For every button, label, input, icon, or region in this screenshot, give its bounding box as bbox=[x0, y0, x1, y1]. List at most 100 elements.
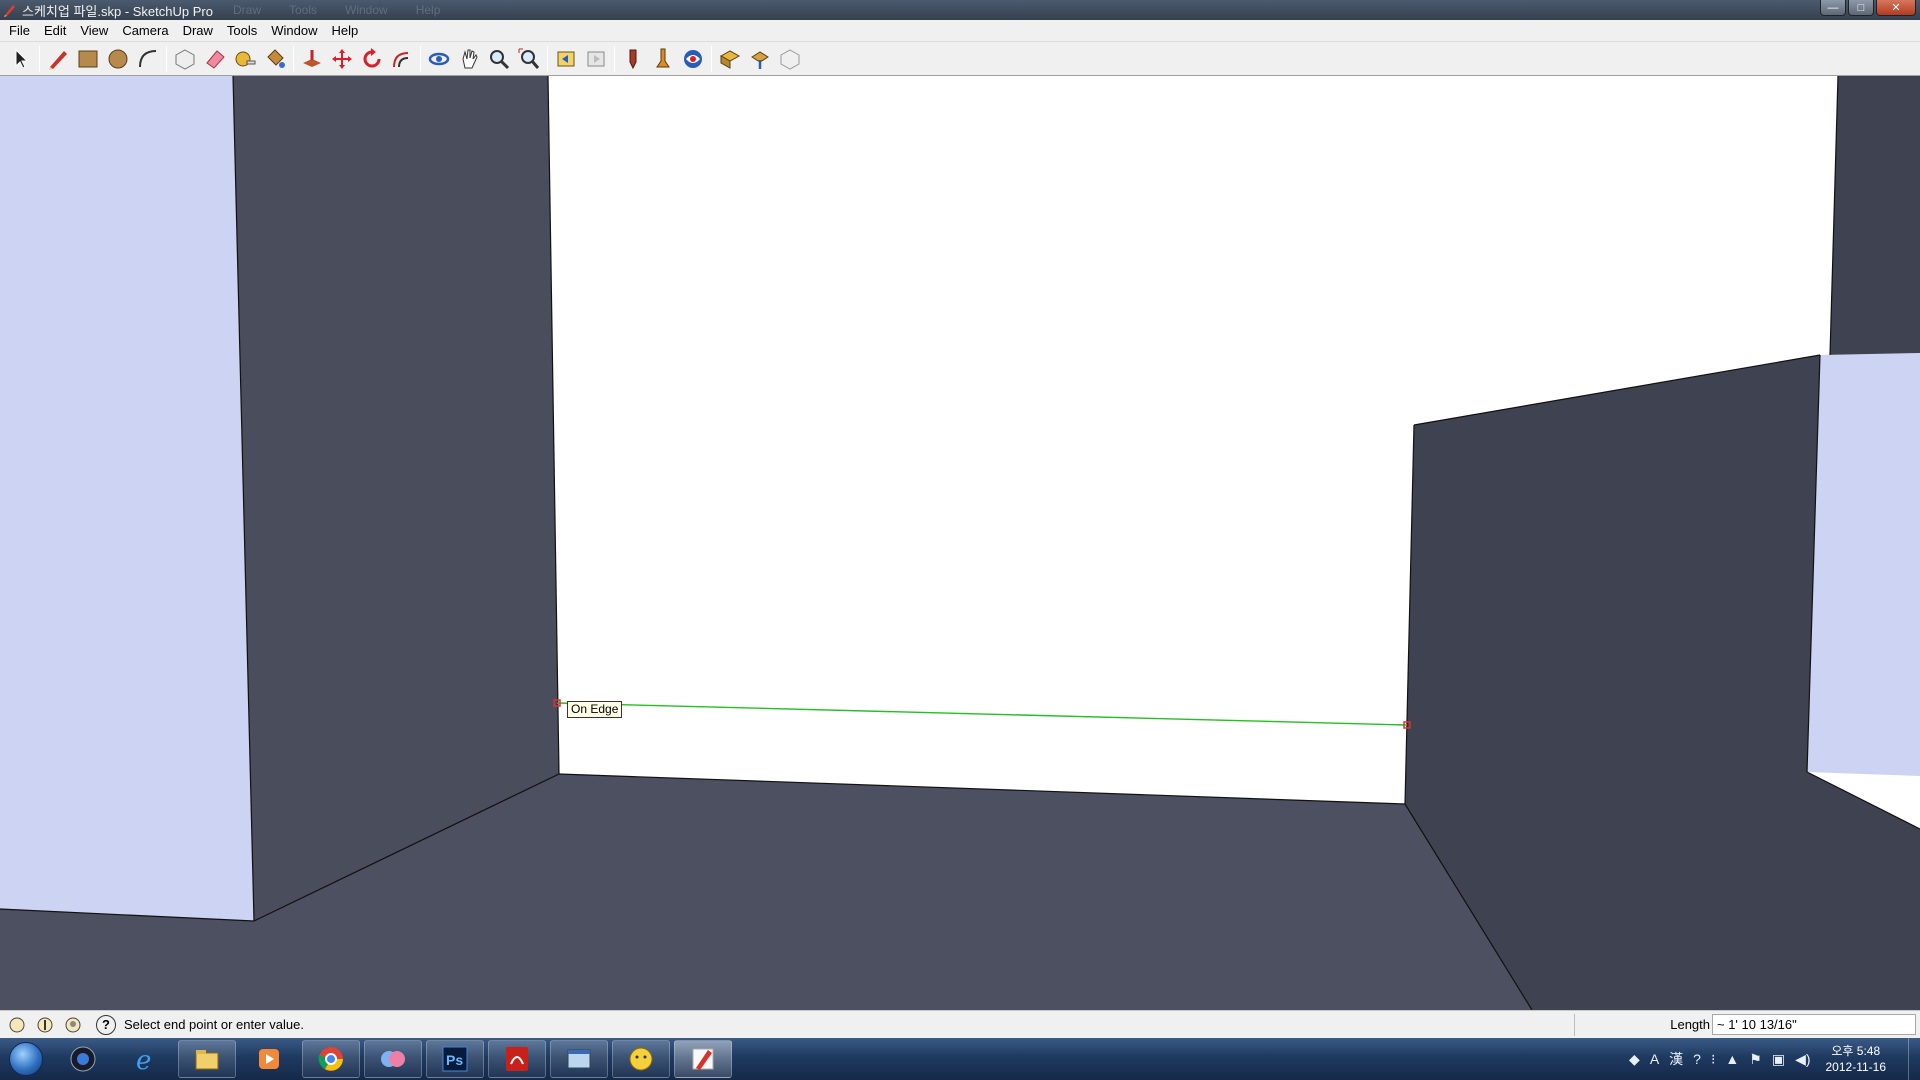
zoom-tool-button[interactable] bbox=[484, 44, 514, 74]
get-models-button[interactable] bbox=[715, 44, 745, 74]
pan-tool-button[interactable] bbox=[454, 44, 484, 74]
model-viewport[interactable]: On Edge bbox=[0, 76, 1920, 1010]
ime-mode-a[interactable]: A bbox=[1650, 1051, 1659, 1067]
get-models-icon bbox=[719, 49, 741, 69]
menu-edit[interactable]: Edit bbox=[37, 23, 73, 38]
taskbar-sketchup[interactable] bbox=[674, 1040, 732, 1078]
eraser-tool-button[interactable] bbox=[200, 44, 230, 74]
menu-camera[interactable]: Camera bbox=[115, 23, 175, 38]
volume-icon[interactable]: ◀) bbox=[1795, 1051, 1810, 1068]
pan-icon bbox=[462, 49, 478, 68]
chat-app-icon bbox=[629, 1047, 653, 1071]
taskbar-acrobat[interactable] bbox=[488, 1040, 546, 1078]
taskbar-file-explorer[interactable] bbox=[178, 1040, 236, 1078]
scene-canvas bbox=[0, 76, 1920, 1010]
push-pull-icon bbox=[303, 49, 321, 67]
action-center-flag-icon[interactable]: ⚑ bbox=[1749, 1051, 1762, 1068]
taskbar-window-app[interactable] bbox=[550, 1040, 608, 1078]
rectangle-tool-button[interactable] bbox=[73, 44, 103, 74]
taskbar-media-player[interactable] bbox=[240, 1040, 298, 1078]
show-desktop-button[interactable] bbox=[1908, 1038, 1920, 1080]
menu-bar: File Edit View Camera Draw Tools Window … bbox=[0, 20, 1920, 42]
geo-location-icon[interactable] bbox=[6, 1014, 28, 1036]
taskbar-photoshop[interactable]: Ps bbox=[426, 1040, 484, 1078]
arc-tool-button[interactable] bbox=[133, 44, 163, 74]
circle-icon bbox=[108, 49, 128, 68]
messenger-icon bbox=[381, 1051, 405, 1067]
rotate-icon bbox=[363, 47, 381, 67]
line-tool-button[interactable] bbox=[43, 44, 73, 74]
share-component-button[interactable] bbox=[775, 44, 805, 74]
toolbar-separator bbox=[293, 45, 294, 72]
toolbar-separator bbox=[39, 45, 40, 72]
window-title: 스케치업 파일.skp - SketchUp Pro bbox=[22, 3, 213, 19]
help-icon[interactable]: ? bbox=[96, 1014, 116, 1035]
arc-icon bbox=[139, 49, 157, 67]
taskbar-chat-app[interactable] bbox=[612, 1040, 670, 1078]
minimize-button[interactable]: — bbox=[1820, 0, 1846, 16]
paint-bucket-icon bbox=[267, 48, 285, 68]
sign-in-icon[interactable] bbox=[62, 1014, 84, 1036]
zoom-extents-button[interactable] bbox=[514, 44, 544, 74]
menu-window[interactable]: Window bbox=[264, 23, 324, 38]
system-tray: ◆ A 漢 ? ⁝ ▲ ⚑ ▣ ◀) 오후 5:48 2012-11-16 bbox=[1624, 1038, 1920, 1080]
circle-tool-button[interactable] bbox=[103, 44, 133, 74]
taskbar-media-center[interactable] bbox=[54, 1040, 112, 1078]
acrobat-icon bbox=[506, 1047, 528, 1071]
move-icon bbox=[332, 48, 352, 69]
menu-file[interactable]: File bbox=[2, 23, 37, 38]
orbit-tool-button[interactable] bbox=[424, 44, 454, 74]
network-shield-icon[interactable]: ◆ bbox=[1629, 1051, 1640, 1068]
ime-options-icon[interactable]: ⁝ bbox=[1711, 1051, 1715, 1068]
select-tool-button[interactable] bbox=[6, 44, 36, 74]
taskbar-clock[interactable]: 오후 5:48 2012-11-16 bbox=[1826, 1043, 1887, 1075]
inference-tooltip: On Edge bbox=[567, 701, 623, 718]
sketchup-app-icon[interactable] bbox=[2, 2, 18, 18]
svg-text:Ps: Ps bbox=[446, 1052, 463, 1068]
credits-icon[interactable] bbox=[34, 1014, 56, 1036]
maximize-button[interactable]: □ bbox=[1848, 0, 1874, 16]
select-icon bbox=[15, 48, 29, 69]
close-button[interactable]: ✕ bbox=[1876, 0, 1916, 16]
ime-help-icon[interactable]: ? bbox=[1693, 1051, 1701, 1067]
move-tool-button[interactable] bbox=[327, 44, 357, 74]
push-pull-button[interactable] bbox=[297, 44, 327, 74]
ghost-menu-item: Draw bbox=[232, 3, 261, 17]
clock-date: 2012-11-16 bbox=[1825, 1060, 1887, 1074]
toolbar-separator bbox=[547, 45, 548, 72]
paint-bucket-button[interactable] bbox=[260, 44, 290, 74]
look-around-button[interactable] bbox=[678, 44, 708, 74]
toolbar-separator bbox=[614, 45, 615, 72]
left-wall-dark-face bbox=[233, 76, 559, 921]
menu-draw[interactable]: Draw bbox=[176, 23, 220, 38]
walk-icon bbox=[656, 48, 670, 67]
ghost-menu-item: Window bbox=[345, 3, 388, 17]
windows-logo-icon bbox=[9, 1042, 43, 1076]
taskbar-chrome[interactable] bbox=[302, 1040, 360, 1078]
menu-tools[interactable]: Tools bbox=[220, 23, 264, 38]
walk-tool-button[interactable] bbox=[648, 44, 678, 74]
ime-mode-han[interactable]: 漢 bbox=[1669, 1049, 1683, 1069]
taskbar-messenger[interactable] bbox=[364, 1040, 422, 1078]
zoom-icon bbox=[490, 49, 510, 69]
measurements-input[interactable]: ~ 1' 10 13/16" bbox=[1712, 1014, 1916, 1035]
menu-help[interactable]: Help bbox=[325, 23, 366, 38]
status-bar: ? Select end point or enter value. Lengt… bbox=[0, 1010, 1920, 1038]
make-component-button[interactable] bbox=[170, 44, 200, 74]
next-view-button[interactable] bbox=[581, 44, 611, 74]
share-model-button[interactable] bbox=[745, 44, 775, 74]
offset-tool-button[interactable] bbox=[387, 44, 417, 74]
show-hidden-icons[interactable]: ▲ bbox=[1725, 1051, 1739, 1067]
position-camera-button[interactable] bbox=[618, 44, 648, 74]
make-component-icon bbox=[175, 48, 195, 70]
previous-view-button[interactable] bbox=[551, 44, 581, 74]
tape-measure-button[interactable] bbox=[230, 44, 260, 74]
network-icon[interactable]: ▣ bbox=[1772, 1051, 1785, 1068]
start-button[interactable] bbox=[0, 1038, 52, 1080]
status-divider bbox=[1574, 1014, 1575, 1036]
clock-time: 오후 5:48 bbox=[1831, 1044, 1881, 1058]
rotate-tool-button[interactable] bbox=[357, 44, 387, 74]
menu-view[interactable]: View bbox=[73, 23, 115, 38]
eraser-icon bbox=[206, 49, 225, 69]
taskbar-internet-explorer[interactable]: e bbox=[116, 1040, 174, 1078]
